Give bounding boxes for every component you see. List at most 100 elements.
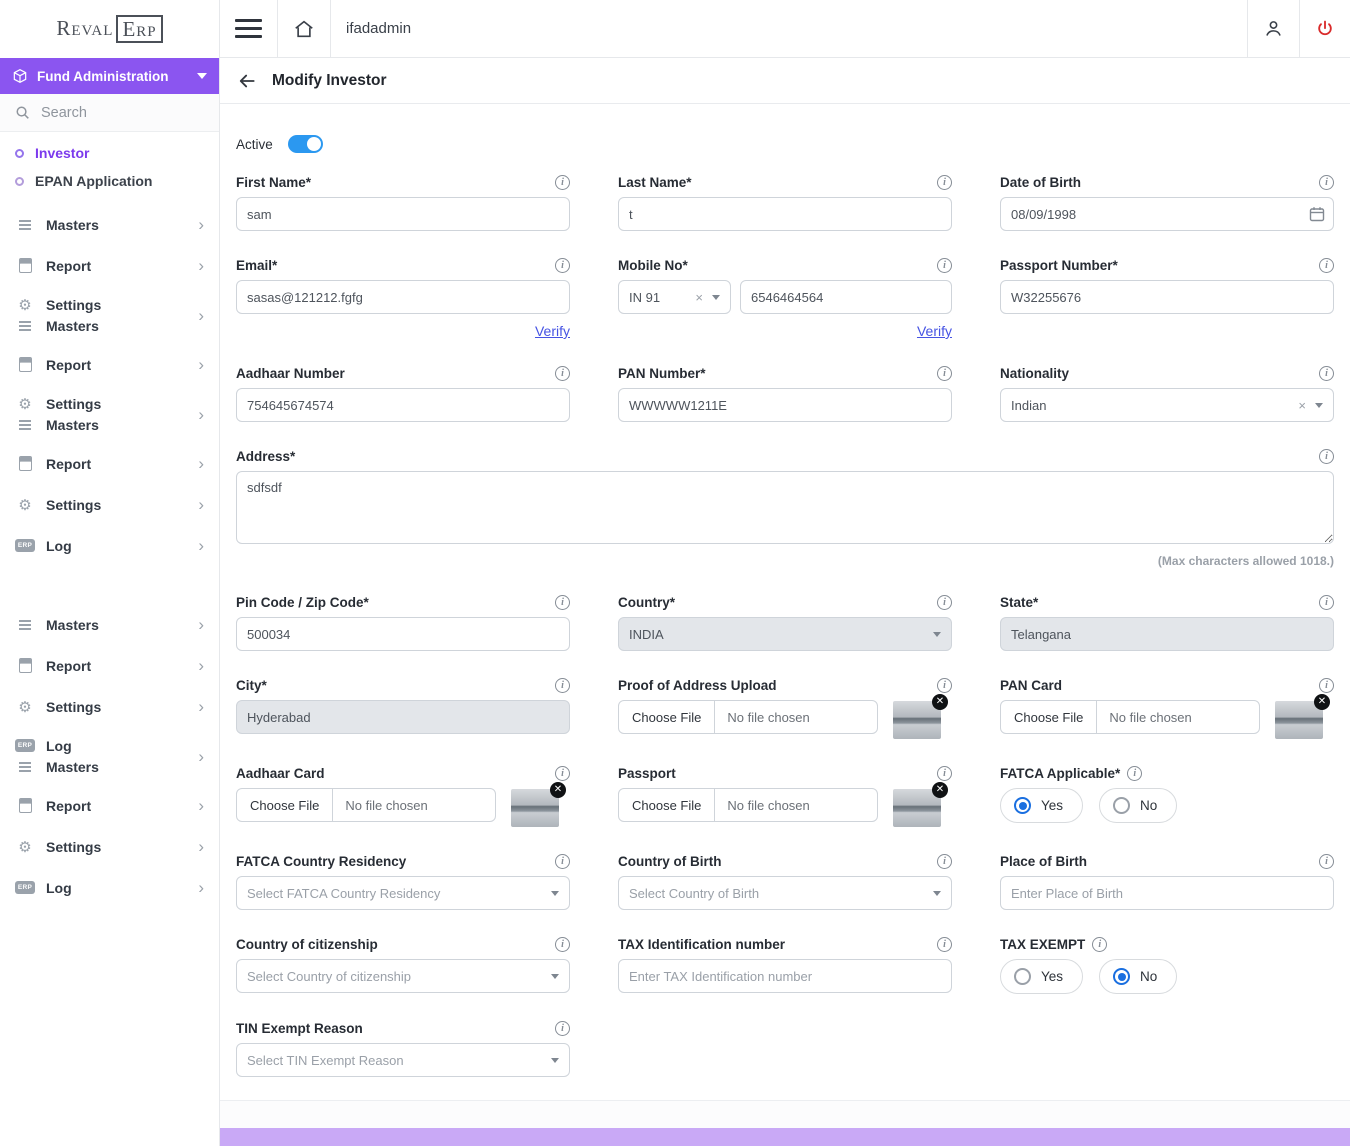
proof-of-address-thumbnail[interactable]: ✕ [893,701,941,739]
sidebar-item-report[interactable]: Report › [0,785,219,826]
choose-file-button[interactable]: Choose File [619,701,715,733]
country-of-birth-select[interactable]: Select Country of Birth [618,876,952,910]
passport-thumbnail[interactable]: ✕ [893,789,941,827]
address-textarea[interactable]: sdfsdf [236,471,1334,544]
tax-id-input[interactable] [618,959,952,993]
chevron-right-icon: › [198,879,204,896]
sidebar-item-settings-masters[interactable]: ⚙Settings Masters › [0,385,219,443]
field-aadhaar-number: Aadhaar Number [236,365,570,422]
sidebar-item-masters[interactable]: Masters › [0,604,219,645]
fatca-yes-radio[interactable]: Yes [1000,788,1083,823]
info-icon[interactable] [1319,366,1334,381]
info-icon[interactable] [937,937,952,952]
email-input[interactable] [236,280,570,314]
aadhaar-number-input[interactable] [236,388,570,422]
remove-file-icon[interactable]: ✕ [550,782,566,798]
tax-exempt-yes-radio[interactable]: Yes [1000,959,1083,994]
first-name-input[interactable] [236,197,570,231]
sidebar-item-report[interactable]: Report › [0,443,219,484]
mobile-number-input[interactable] [740,280,952,314]
pan-number-input[interactable] [618,388,952,422]
hamburger-menu-button[interactable] [220,0,277,57]
profile-button[interactable] [1248,0,1299,57]
info-icon[interactable] [555,1021,570,1036]
home-button[interactable] [278,0,330,57]
choose-file-button[interactable]: Choose File [1001,701,1097,733]
tin-exempt-reason-select[interactable]: Select TIN Exempt Reason [236,1043,570,1077]
info-icon[interactable] [937,854,952,869]
passport-number-input[interactable] [1000,280,1334,314]
choose-file-button[interactable]: Choose File [619,789,715,821]
info-icon[interactable] [555,854,570,869]
fatca-no-radio[interactable]: No [1099,788,1177,823]
pan-card-thumbnail[interactable]: ✕ [1275,701,1323,739]
sidebar-item-report[interactable]: Report › [0,645,219,686]
sidebar-item-settings[interactable]: ⚙ Settings › [0,826,219,867]
sidebar-item-settings[interactable]: ⚙ Settings › [0,686,219,727]
info-icon[interactable] [555,175,570,190]
place-of-birth-input[interactable] [1000,876,1334,910]
aadhaar-card-thumbnail[interactable]: ✕ [511,789,559,827]
sidebar-item-masters[interactable]: Masters › [0,204,219,245]
sidebar-item-epan-application[interactable]: EPAN Application [0,167,219,195]
sidebar-item-log-masters[interactable]: ERPLog Masters › [0,727,219,785]
info-icon[interactable] [937,366,952,381]
fatca-country-select[interactable]: Select FATCA Country Residency [236,876,570,910]
file-status-text: No file chosen [715,701,821,733]
remove-file-icon[interactable]: ✕ [932,694,948,710]
page-title: Modify Investor [272,72,387,90]
logout-button[interactable] [1300,0,1350,57]
citizenship-select[interactable]: Select Country of citizenship [236,959,570,993]
info-icon[interactable] [937,678,952,693]
sidebar-item-settings-masters[interactable]: ⚙Settings Masters › [0,286,219,344]
horizontal-scrollbar[interactable] [220,1128,1350,1146]
info-icon[interactable] [1319,678,1334,693]
info-icon[interactable] [555,366,570,381]
passport-file-input[interactable]: Choose File No file chosen [618,788,878,822]
person-icon [1263,18,1284,39]
info-icon[interactable] [555,595,570,610]
info-icon[interactable] [555,678,570,693]
info-icon[interactable] [1319,258,1334,273]
info-icon[interactable] [1319,449,1334,464]
info-icon[interactable] [1319,595,1334,610]
aadhaar-card-file-input[interactable]: Choose File No file chosen [236,788,496,822]
info-icon[interactable] [937,766,952,781]
info-icon[interactable] [555,766,570,781]
country-code-select[interactable]: IN 91 × [618,280,731,314]
sidebar-search-input[interactable]: Search [0,94,219,132]
back-button[interactable] [237,71,257,91]
proof-of-address-file-input[interactable]: Choose File No file chosen [618,700,878,734]
last-name-input[interactable] [618,197,952,231]
info-icon[interactable] [555,937,570,952]
module-switcher[interactable]: Fund Administration [0,58,219,94]
sidebar-item-investor[interactable]: Investor [0,139,219,167]
info-icon[interactable] [937,595,952,610]
info-icon[interactable] [937,258,952,273]
sidebar-item-log[interactable]: ERP Log › [0,867,219,908]
sidebar-item-log[interactable]: ERP Log › [0,525,219,566]
email-verify-link[interactable]: Verify [535,323,570,339]
nationality-select[interactable]: Indian × [1000,388,1334,422]
sidebar-item-report[interactable]: Report › [0,344,219,385]
calendar-icon[interactable] [1309,206,1325,222]
info-icon[interactable] [555,258,570,273]
sidebar-item-settings[interactable]: ⚙ Settings › [0,484,219,525]
tax-exempt-no-radio[interactable]: No [1099,959,1177,994]
clear-icon[interactable]: × [1298,399,1306,412]
pan-card-file-input[interactable]: Choose File No file chosen [1000,700,1260,734]
info-icon[interactable] [1092,937,1107,952]
info-icon[interactable] [1127,766,1142,781]
active-toggle[interactable] [288,135,323,153]
info-icon[interactable] [1319,854,1334,869]
info-icon[interactable] [1319,175,1334,190]
remove-file-icon[interactable]: ✕ [1314,694,1330,710]
clear-icon[interactable]: × [695,291,703,304]
sidebar-item-report[interactable]: Report › [0,245,219,286]
info-icon[interactable] [937,175,952,190]
mobile-verify-link[interactable]: Verify [917,323,952,339]
remove-file-icon[interactable]: ✕ [932,782,948,798]
pincode-input[interactable] [236,617,570,651]
choose-file-button[interactable]: Choose File [237,789,333,821]
dob-input[interactable] [1000,197,1334,231]
